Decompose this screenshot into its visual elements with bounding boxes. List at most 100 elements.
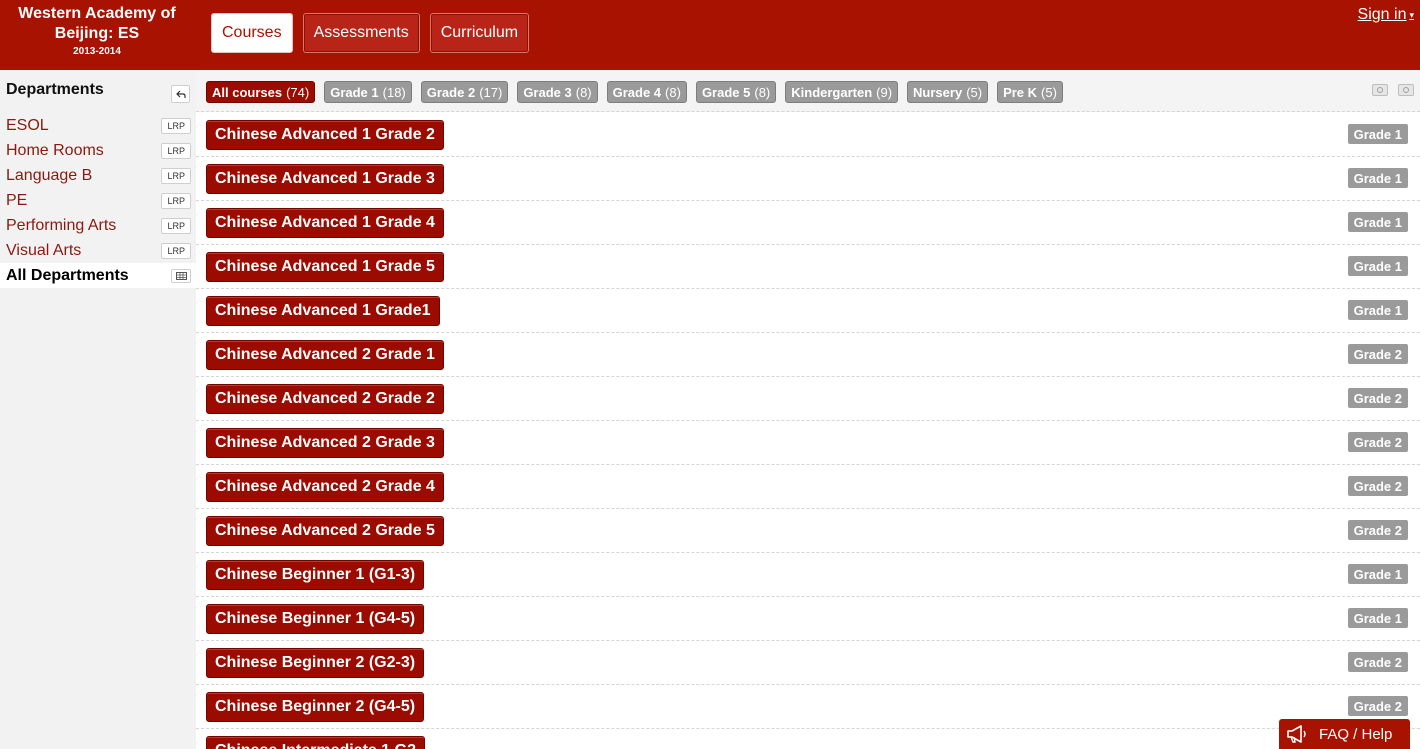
nav-assessments[interactable]: Assessments	[302, 13, 420, 53]
lrp-badge[interactable]: LRP	[161, 142, 191, 159]
filter-label: Pre K	[1003, 84, 1038, 100]
course-link[interactable]: Chinese Advanced 1 Grade 3	[206, 164, 444, 194]
course-row: Chinese Advanced 2 Grade 4 Grade 2	[196, 465, 1420, 509]
filter-label: Grade 2	[426, 84, 476, 100]
sidebar-item-language-b[interactable]: Language B LRP	[0, 163, 196, 188]
sidebar-item-esol[interactable]: ESOL LRP	[0, 113, 196, 138]
grade-badge: Grade 1	[1347, 300, 1408, 320]
sign-in-label: Sign in	[1357, 6, 1407, 23]
course-row: Chinese Advanced 1 Grade1 Grade 1	[196, 289, 1420, 333]
filter-count: (8)	[575, 84, 592, 100]
sign-in-link[interactable]: Sign in ▾	[1358, 6, 1414, 24]
sidebar-item-label: Language B	[6, 166, 93, 184]
filter-grade-4[interactable]: Grade 4 (8)	[606, 81, 687, 103]
filter-all-courses[interactable]: All courses (74)	[206, 81, 316, 103]
filter-grade-1[interactable]: Grade 1 (18)	[324, 81, 412, 103]
course-link[interactable]: Chinese Advanced 1 Grade 5	[206, 252, 444, 282]
filter-grade-2[interactable]: Grade 2 (17)	[420, 81, 509, 103]
grade-badge: Grade 2	[1347, 344, 1408, 364]
sidebar-item-home-rooms[interactable]: Home Rooms LRP	[0, 138, 196, 163]
course-row: Chinese Advanced 2 Grade 1 Grade 2	[196, 333, 1420, 377]
lrp-badge[interactable]: LRP	[161, 192, 191, 209]
lrp-badge[interactable]: LRP	[161, 117, 191, 134]
sidebar-item-label: PE	[6, 191, 28, 209]
grade-badge: Grade 2	[1347, 520, 1408, 540]
filter-count: (5)	[1041, 84, 1057, 100]
sidebar-item-performing-arts[interactable]: Performing Arts LRP	[0, 213, 196, 238]
filter-count: (74)	[286, 84, 310, 100]
department-list: ESOL LRP Home Rooms LRP Language B LRP PE LRP Pe…	[0, 113, 196, 288]
course-link[interactable]: Chinese Advanced 1 Grade 4	[206, 208, 444, 238]
filter-label: All courses	[212, 84, 283, 100]
sidebar-item-visual-arts[interactable]: Visual Arts LRP	[0, 238, 196, 263]
school-name[interactable]: Western Academy of Beijing: ES	[0, 4, 194, 44]
course-link[interactable]: Chinese Advanced 2 Grade 4	[206, 472, 444, 502]
course-link[interactable]: Chinese Advanced 1 Grade 2	[206, 120, 444, 150]
course-link[interactable]: Chinese Advanced 2 Grade 3	[206, 428, 444, 458]
filter-label: Kindergarten	[791, 84, 873, 100]
faq-help-label: FAQ / Help	[1319, 725, 1393, 743]
course-row: Chinese Beginner 2 (G4-5) Grade 2	[196, 685, 1420, 729]
grade-badge: Grade 1	[1347, 256, 1408, 276]
course-link[interactable]: Chinese Advanced 2 Grade 2	[206, 384, 444, 414]
lrp-badge[interactable]: LRP	[161, 167, 191, 184]
sidebar-item-label: ESOL	[6, 116, 49, 134]
course-row: Chinese Advanced 2 Grade 5 Grade 2	[196, 509, 1420, 553]
filter-count: (18)	[382, 84, 406, 100]
megaphone-icon	[1287, 725, 1306, 743]
view-toggle	[1372, 84, 1414, 96]
sidebar-item-pe[interactable]: PE LRP	[0, 188, 196, 213]
chevron-down-icon: ▾	[1409, 9, 1414, 20]
course-link[interactable]: Chinese Advanced 2 Grade 1	[206, 340, 444, 370]
course-link[interactable]: Chinese Advanced 1 Grade1	[206, 296, 440, 326]
filter-count: (5)	[966, 84, 983, 100]
lrp-badge[interactable]: LRP	[161, 242, 191, 259]
course-row: Chinese Intermediate 1 G2	[196, 729, 1420, 749]
course-link[interactable]: Chinese Beginner 2 (G4-5)	[206, 692, 425, 722]
filter-label: Grade 1	[330, 84, 379, 100]
filter-count: (9)	[876, 84, 893, 100]
filter-grade-5[interactable]: Grade 5 (8)	[695, 81, 777, 103]
filter-label: Grade 3	[523, 84, 572, 100]
course-link[interactable]: Chinese Beginner 1 (G1-3)	[206, 560, 425, 590]
filter-count: (8)	[665, 84, 681, 100]
grade-filters: All courses (74) Grade 1 (18) Grade 2 (17) Gra…	[206, 81, 1063, 103]
departments-sidebar: Departments ESOL LRP Home Rooms LRP Language…	[0, 70, 196, 749]
filter-count: (8)	[754, 84, 771, 100]
filter-pre-k[interactable]: Pre K (5)	[997, 81, 1063, 103]
course-link[interactable]: Chinese Intermediate 1 G2	[206, 736, 425, 749]
grade-badge: Grade 1	[1347, 168, 1408, 188]
grade-badge: Grade 2	[1347, 432, 1408, 452]
filter-kindergarten[interactable]: Kindergarten (9)	[785, 81, 899, 103]
filter-label: Nursery	[913, 84, 963, 100]
grade-badge: Grade 2	[1347, 476, 1408, 496]
course-row: Chinese Beginner 2 (G2-3) Grade 2	[196, 641, 1420, 685]
course-link[interactable]: Chinese Beginner 1 (G4-5)	[206, 604, 425, 634]
sidebar-item-all-departments[interactable]: All Departments	[0, 263, 196, 288]
grade-badge: Grade 1	[1347, 608, 1408, 628]
grid-view-icon[interactable]	[1398, 84, 1414, 96]
nav-curriculum[interactable]: Curriculum	[429, 13, 530, 53]
course-row: Chinese Advanced 1 Grade 4 Grade 1	[196, 201, 1420, 245]
course-row: Chinese Advanced 1 Grade 3 Grade 1	[196, 157, 1420, 201]
undo-icon[interactable]	[171, 85, 190, 103]
lrp-badge[interactable]: LRP	[161, 217, 191, 234]
filter-nursery[interactable]: Nursery (5)	[907, 81, 989, 103]
course-row: Chinese Beginner 1 (G1-3) Grade 1	[196, 553, 1420, 597]
school-branding[interactable]: Western Academy of Beijing: ES 2013-2014	[0, 4, 194, 57]
school-year: 2013-2014	[73, 46, 121, 57]
table-icon[interactable]	[171, 268, 191, 283]
sidebar-item-label: Home Rooms	[6, 141, 104, 159]
nav-courses[interactable]: Courses	[211, 13, 293, 53]
grade-badge: Grade 1	[1347, 124, 1408, 144]
main-nav: Courses Assessments Curriculum	[211, 13, 530, 53]
course-link[interactable]: Chinese Advanced 2 Grade 5	[206, 516, 444, 546]
faq-help-button[interactable]: FAQ / Help	[1279, 719, 1410, 749]
grade-badge: Grade 2	[1347, 696, 1408, 716]
course-row: Chinese Beginner 1 (G4-5) Grade 1	[196, 597, 1420, 641]
filter-grade-3[interactable]: Grade 3 (8)	[517, 81, 598, 103]
list-view-icon[interactable]	[1372, 84, 1388, 96]
course-link[interactable]: Chinese Beginner 2 (G2-3)	[206, 648, 425, 678]
grade-badge: Grade 2	[1347, 652, 1408, 672]
course-row: Chinese Advanced 1 Grade 5 Grade 1	[196, 245, 1420, 289]
